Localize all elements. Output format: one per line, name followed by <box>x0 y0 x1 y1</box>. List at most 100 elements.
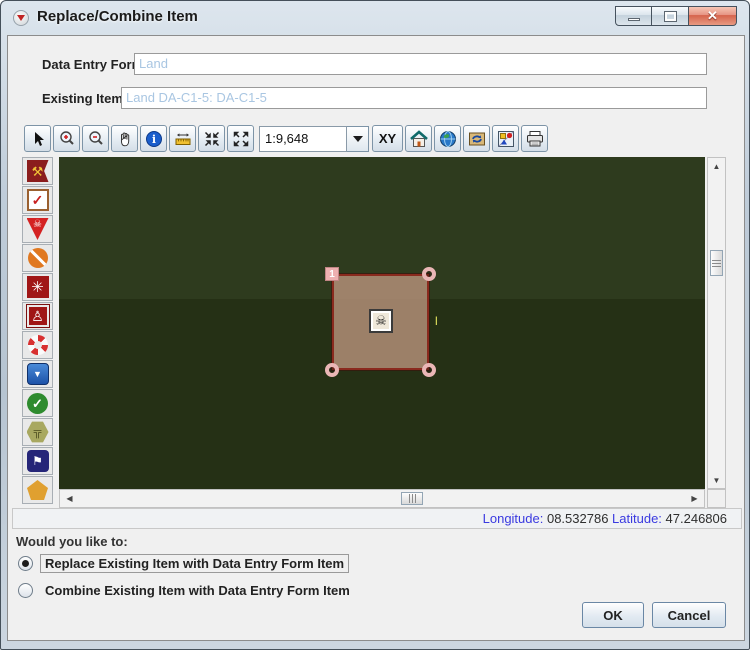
scale-combo-dropdown-button[interactable] <box>347 126 369 152</box>
map-refresh-icon <box>468 130 486 148</box>
home-button[interactable] <box>405 125 432 152</box>
scroll-down-icon[interactable]: ▼ <box>708 472 725 488</box>
combine-radio-label[interactable]: Combine Existing Item with Data Entry Fo… <box>40 581 355 600</box>
zoom-in-icon <box>58 130 76 148</box>
dialog-window: Replace/Combine Item ✕ Data Entry Form I… <box>0 0 750 650</box>
vertex-handle-4[interactable] <box>422 363 436 377</box>
replace-option-row: Replace Existing Item with Data Entry Fo… <box>18 554 349 573</box>
map-vertical-scrollbar[interactable]: ▲ ▼ <box>707 157 726 489</box>
window-controls: ✕ <box>615 6 737 26</box>
maximize-button[interactable] <box>652 6 689 26</box>
life-ring-tool[interactable] <box>22 331 53 359</box>
print-icon <box>525 130 545 148</box>
minimize-icon <box>628 18 640 21</box>
explosion-tool[interactable]: ✳ <box>22 273 53 301</box>
completed-tool[interactable]: ✓ <box>22 389 53 417</box>
hazard-marker-icon[interactable]: ☠ <box>369 309 393 333</box>
map-canvas[interactable]: 1 ☠ l <box>59 157 705 489</box>
latitude-label: Latitude: <box>612 511 662 526</box>
scroll-left-icon[interactable]: ◀ <box>61 491 78 507</box>
window-title: Replace/Combine Item <box>37 8 198 25</box>
longitude-value: 08.532786 <box>543 511 612 526</box>
globe-button[interactable] <box>434 125 461 152</box>
coordinate-status-bar: Longitude: 08.532786 Latitude: 47.246806 <box>12 508 742 529</box>
zoom-extent-icon <box>232 130 250 148</box>
combine-radio-button[interactable] <box>18 583 33 598</box>
maximize-icon <box>665 12 676 21</box>
explosion-icon: ✳ <box>27 276 49 298</box>
deminer-icon: ⚒ <box>27 160 49 182</box>
minimize-button[interactable] <box>615 6 652 26</box>
completed-icon: ✓ <box>27 393 48 414</box>
prompt-question: Would you like to: <box>16 534 128 549</box>
existing-item-field[interactable]: Land DA-C1-5: DA-C1-5 <box>121 87 707 109</box>
measure-tool-button[interactable] <box>169 125 196 152</box>
zoom-out-icon <box>87 130 105 148</box>
scale-combo-value[interactable]: 1:9,648 <box>259 126 347 152</box>
hazard-skull-tool[interactable]: ☠ <box>22 215 53 243</box>
info-icon: i <box>145 130 163 148</box>
scrollbar-corner <box>707 489 726 508</box>
cancel-button[interactable]: Cancel <box>652 602 726 628</box>
scroll-up-icon[interactable]: ▲ <box>708 158 725 174</box>
title-bar[interactable]: Replace/Combine Item ✕ <box>1 1 749 35</box>
polygon-edge-label: l <box>435 314 438 328</box>
zoom-box-in-button[interactable] <box>198 125 225 152</box>
scale-combo: 1:9,648 <box>259 126 369 152</box>
data-entry-form-item-field[interactable]: Land <box>134 53 707 75</box>
latitude-value: 47.246806 <box>662 511 727 526</box>
map-legend-button[interactable] <box>492 125 519 152</box>
vertex-handle-1[interactable]: 1 <box>325 267 339 281</box>
close-button[interactable]: ✕ <box>689 6 737 26</box>
select-tool-icon <box>30 131 46 147</box>
svg-text:i: i <box>151 133 155 146</box>
hazard-skull-icon: ☠ <box>27 218 49 240</box>
select-tool-button[interactable] <box>24 125 51 152</box>
pentagon-tool[interactable] <box>22 476 53 504</box>
info-tool-button[interactable]: i <box>140 125 167 152</box>
vertex-handle-3[interactable] <box>325 363 339 377</box>
map-legend-icon <box>497 130 515 148</box>
deminer-tool[interactable]: ⚒ <box>22 157 53 185</box>
hierarchy-tool[interactable]: ╦ <box>22 418 53 446</box>
vertical-scroll-thumb[interactable] <box>710 250 723 276</box>
print-button[interactable] <box>521 125 548 152</box>
clipboard-check-tool[interactable]: ✓ <box>22 186 53 214</box>
chevron-down-icon <box>353 136 363 142</box>
zoom-out-button[interactable] <box>82 125 109 152</box>
clipboard-check-icon: ✓ <box>27 189 49 211</box>
scroll-right-icon[interactable]: ▶ <box>686 491 703 507</box>
no-entry-icon <box>28 248 48 268</box>
longitude-label: Longitude: <box>483 511 544 526</box>
victim-tool[interactable]: ♙ <box>22 302 53 330</box>
app-icon <box>13 10 29 26</box>
close-icon: ✕ <box>707 8 718 24</box>
combine-option-row: Combine Existing Item with Data Entry Fo… <box>18 581 355 600</box>
ok-button[interactable]: OK <box>582 602 644 628</box>
dialog-content: Data Entry Form Ite... Land Existing Ite… <box>7 35 745 641</box>
vertex-handle-2[interactable] <box>422 267 436 281</box>
globe-icon <box>439 130 457 148</box>
zoom-in-button[interactable] <box>53 125 80 152</box>
data-form-tool[interactable]: ▼ <box>22 360 53 388</box>
map-horizontal-scrollbar[interactable]: ◀ ▶ <box>59 489 705 508</box>
map-side-toolbar: ⚒ ✓ ☠ ✳ ♙ ▼ ✓ ╦ ⚑ <box>22 157 55 505</box>
flag-icon: ⚑ <box>27 450 49 472</box>
pan-tool-button[interactable] <box>111 125 138 152</box>
hierarchy-icon: ╦ <box>27 421 49 443</box>
replace-radio-button[interactable] <box>18 556 33 571</box>
no-entry-tool[interactable] <box>22 244 53 272</box>
zoom-extent-button[interactable] <box>227 125 254 152</box>
map-refresh-button[interactable] <box>463 125 490 152</box>
victim-icon: ♙ <box>27 305 49 327</box>
data-form-icon: ▼ <box>27 363 49 385</box>
xy-button[interactable]: XY <box>372 125 403 152</box>
pan-hand-icon <box>117 131 133 147</box>
replace-radio-label[interactable]: Replace Existing Item with Data Entry Fo… <box>40 554 349 573</box>
pentagon-icon <box>27 480 48 500</box>
measure-icon <box>174 130 192 148</box>
flag-tool[interactable]: ⚑ <box>22 447 53 475</box>
zoom-box-in-icon <box>203 130 221 148</box>
home-icon <box>409 130 429 148</box>
horizontal-scroll-thumb[interactable] <box>401 492 423 505</box>
